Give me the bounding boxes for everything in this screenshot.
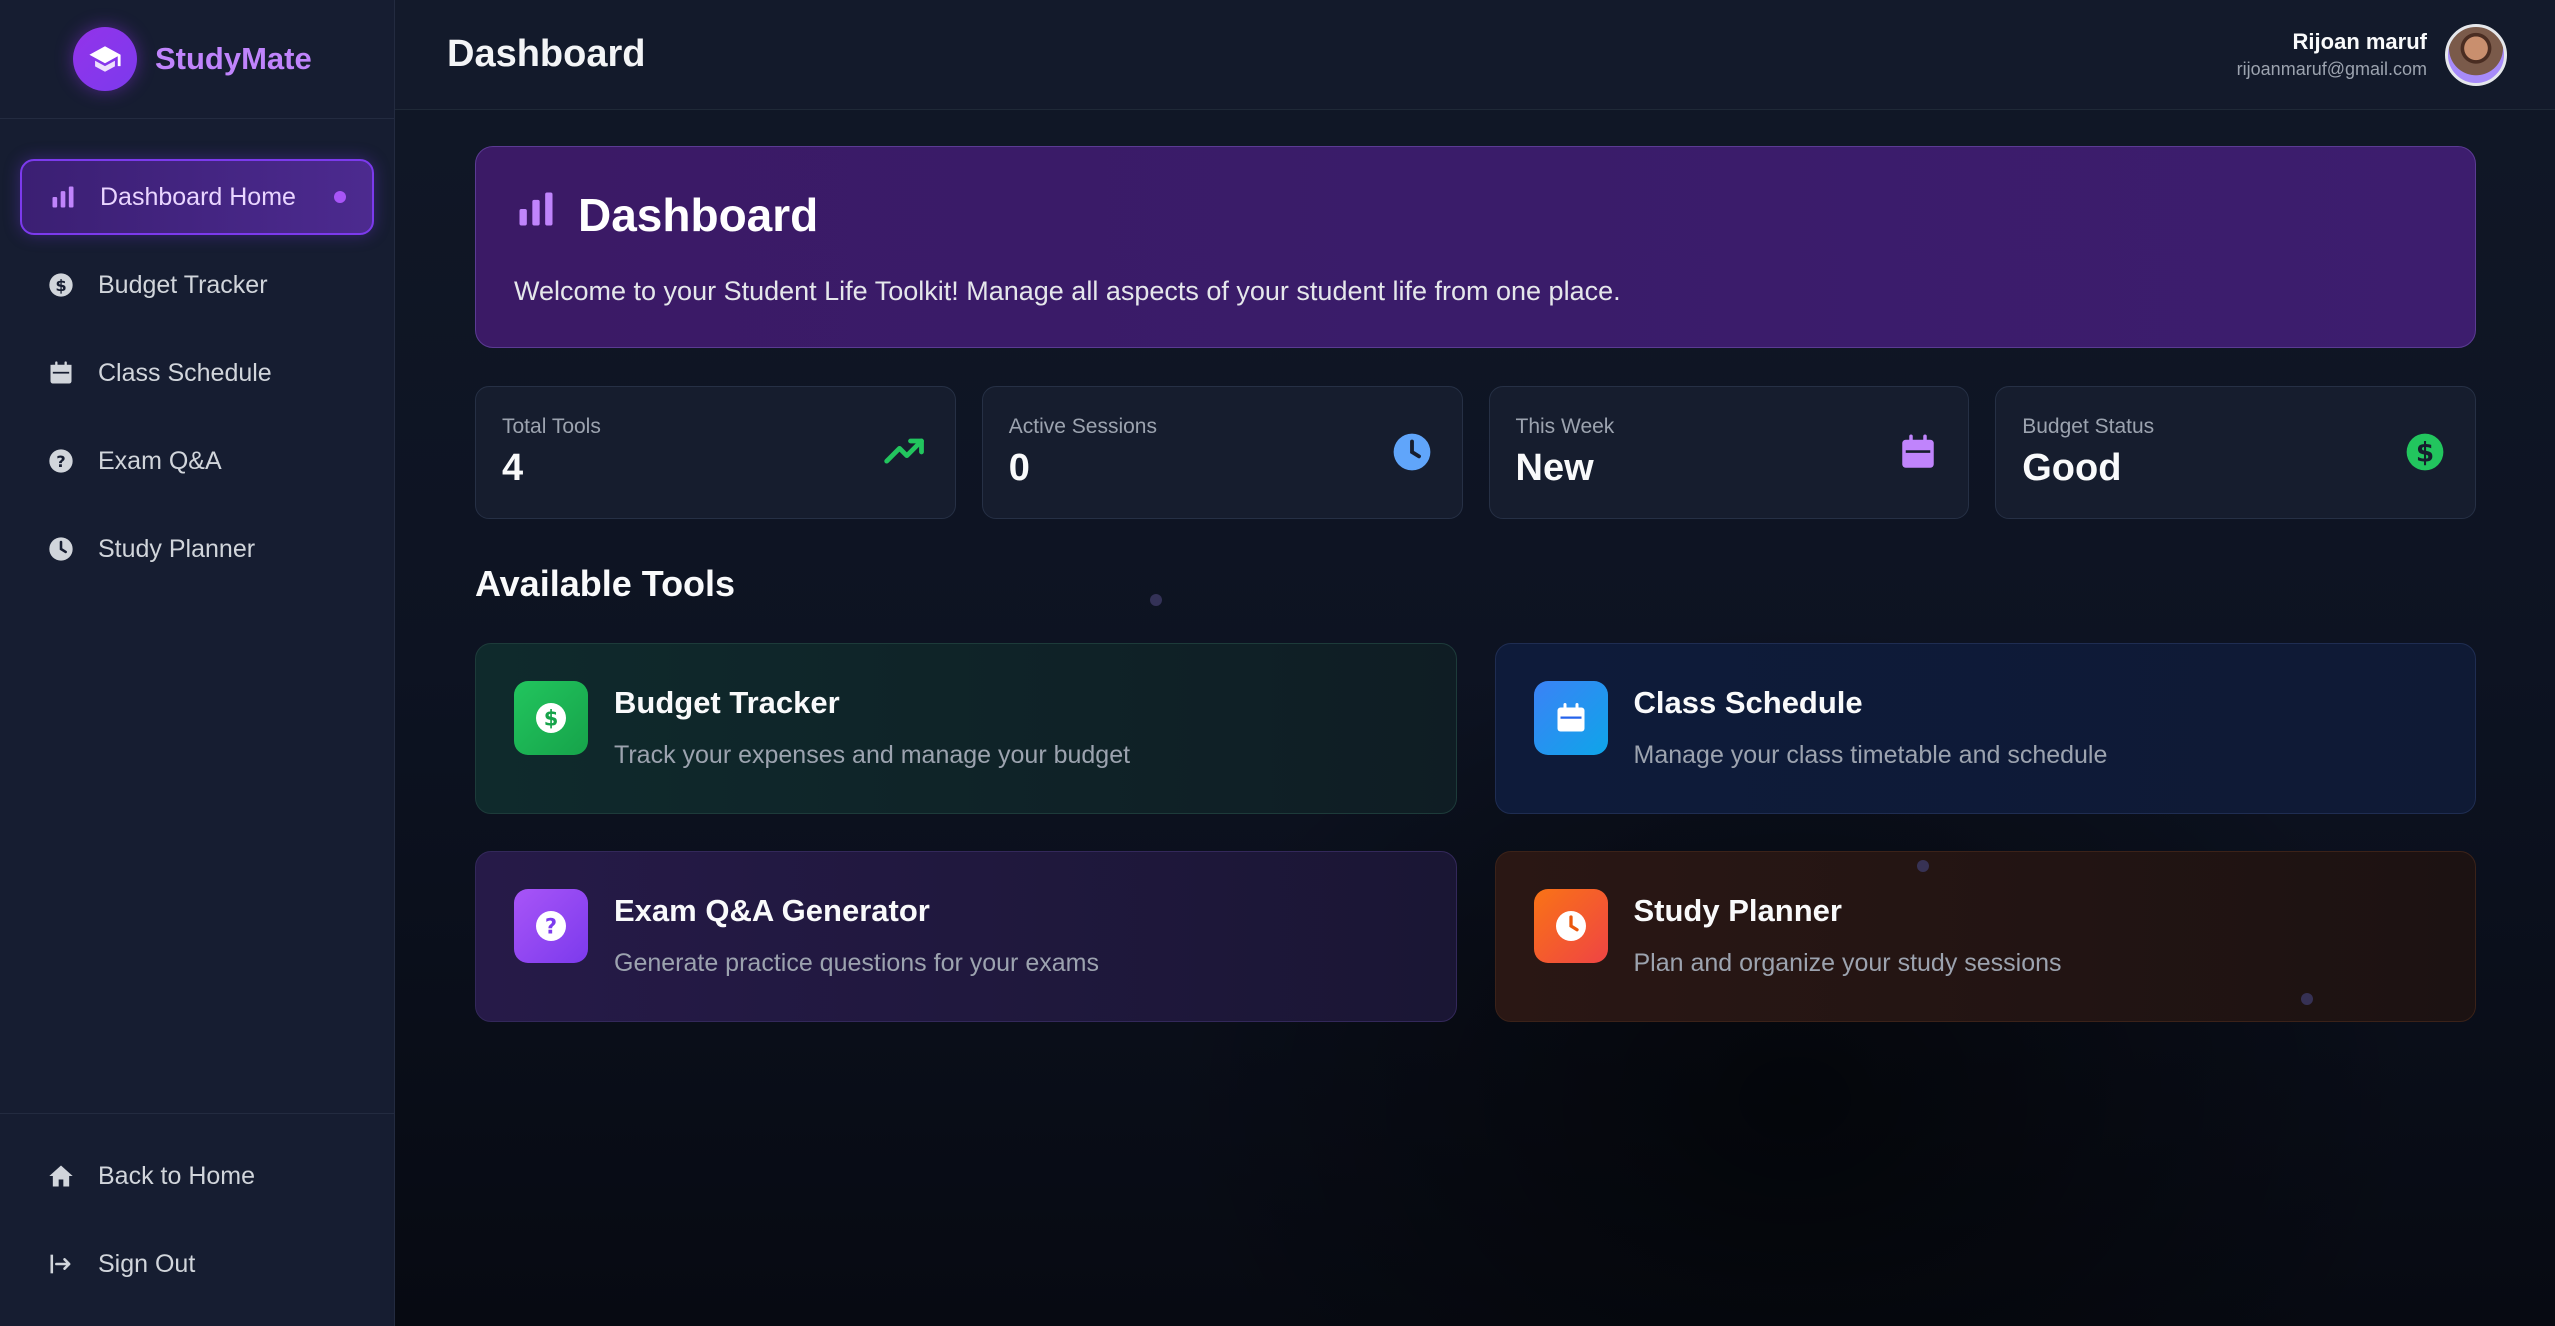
user-email: rijoanmaruf@gmail.com bbox=[2236, 59, 2427, 79]
user-info: Rijoan maruf rijoanmaruf@gmail.com bbox=[2237, 29, 2427, 80]
welcome-banner: Dashboard Welcome to your Student Life T… bbox=[475, 146, 2476, 348]
sidebar-item-label: Class Schedule bbox=[98, 358, 272, 387]
tool-description: Generate practice questions for your exa… bbox=[614, 949, 1099, 977]
svg-text:$: $ bbox=[2416, 439, 2434, 469]
tool-description: Plan and organize your study sessions bbox=[1633, 949, 2062, 977]
sidebar-item-label: Dashboard Home bbox=[100, 182, 296, 211]
tools-grid: $ Budget Tracker Track your expenses and… bbox=[475, 643, 2476, 1022]
banner-title: Dashboard bbox=[578, 188, 819, 241]
dollar-circle-icon: $ bbox=[514, 681, 588, 755]
stat-label: Active Sessions bbox=[1008, 415, 1157, 438]
graduation-cap-icon bbox=[73, 27, 137, 91]
svg-text:$: $ bbox=[544, 707, 559, 731]
user-name: Rijoan maruf bbox=[2292, 29, 2427, 54]
stat-card-total-tools: Total Tools 4 bbox=[475, 386, 956, 519]
brand-name: StudyMate bbox=[155, 41, 312, 76]
content: Dashboard Welcome to your Student Life T… bbox=[395, 110, 2555, 1022]
stat-label: Budget Status bbox=[2022, 415, 2155, 438]
page-title: Dashboard bbox=[447, 33, 646, 75]
brand[interactable]: StudyMate bbox=[0, 0, 394, 119]
tool-text: Budget Tracker Track your expenses and m… bbox=[614, 681, 1130, 770]
svg-text:?: ? bbox=[545, 915, 557, 939]
trending-up-icon bbox=[883, 430, 927, 474]
sidebar-item-label: Exam Q&A bbox=[98, 446, 222, 475]
available-tools-heading: Available Tools bbox=[475, 563, 736, 604]
stat-value: 4 bbox=[502, 447, 524, 489]
sidebar-item-class-schedule[interactable]: Class Schedule bbox=[20, 335, 374, 411]
question-circle-icon: ? bbox=[46, 446, 76, 476]
decorative-particle bbox=[1917, 860, 1929, 872]
sidebar-item-label: Budget Tracker bbox=[98, 270, 268, 299]
sidebar-item-budget-tracker[interactable]: $ Budget Tracker bbox=[20, 247, 374, 323]
stat-value: 0 bbox=[1008, 447, 1030, 489]
calendar-icon bbox=[46, 358, 76, 388]
sidebar-bottom: Back to Home Sign Out bbox=[0, 1113, 394, 1326]
back-to-home-link[interactable]: Back to Home bbox=[20, 1138, 374, 1214]
sidebar-item-label: Study Planner bbox=[98, 534, 256, 563]
tool-description: Manage your class timetable and schedule bbox=[1633, 741, 2108, 769]
sidebar-nav: Dashboard Home $ Budget Tracker Class Sc… bbox=[0, 119, 394, 599]
home-icon bbox=[46, 1161, 76, 1191]
bar-chart-icon bbox=[48, 182, 78, 212]
question-circle-icon: ? bbox=[514, 889, 588, 963]
dollar-circle-icon: $ bbox=[2403, 430, 2447, 474]
clock-icon bbox=[46, 534, 76, 564]
user-profile[interactable]: Rijoan maruf rijoanmaruf@gmail.com bbox=[2237, 23, 2507, 86]
sign-out-label: Sign Out bbox=[98, 1249, 196, 1278]
tool-text: Study Planner Plan and organize your stu… bbox=[1634, 889, 2062, 978]
stats-row: Total Tools 4 Active Sessions 0 This Wee… bbox=[475, 386, 2476, 519]
sign-out-button[interactable]: Sign Out bbox=[20, 1226, 374, 1302]
tool-title: Budget Tracker bbox=[614, 685, 840, 720]
clock-icon bbox=[1390, 430, 1434, 474]
tool-title: Study Planner bbox=[1633, 893, 1842, 928]
avatar[interactable] bbox=[2445, 23, 2507, 86]
tool-card-exam-qa-generator[interactable]: ? Exam Q&A Generator Generate practice q… bbox=[475, 851, 1457, 1022]
clock-icon bbox=[1533, 889, 1608, 963]
sidebar-item-dashboard-home[interactable]: Dashboard Home bbox=[20, 159, 374, 235]
stat-card-this-week: This Week New bbox=[1488, 386, 1970, 519]
decorative-particle bbox=[2301, 993, 2313, 1005]
app-root: StudyMate Dashboard Home $ Budget Tracke… bbox=[0, 0, 2555, 1326]
calendar-icon bbox=[1896, 430, 1940, 474]
tool-text: Exam Q&A Generator Generate practice que… bbox=[614, 889, 1099, 978]
topbar: Dashboard Rijoan maruf rijoanmaruf@gmail… bbox=[395, 0, 2555, 110]
active-indicator-dot bbox=[334, 191, 346, 203]
main-area: Dashboard Rijoan maruf rijoanmaruf@gmail… bbox=[395, 0, 2555, 1326]
svg-text:$: $ bbox=[55, 276, 66, 295]
stat-value: New bbox=[1515, 447, 1594, 489]
tool-title: Exam Q&A Generator bbox=[614, 893, 930, 928]
sidebar-item-exam-qa[interactable]: ? Exam Q&A bbox=[20, 423, 374, 499]
stat-label: This Week bbox=[1515, 415, 1615, 438]
sidebar-item-study-planner[interactable]: Study Planner bbox=[20, 511, 374, 587]
sign-out-icon bbox=[46, 1249, 76, 1279]
stat-card-budget-status: Budget Status Good $ bbox=[1995, 386, 2476, 519]
sidebar: StudyMate Dashboard Home $ Budget Tracke… bbox=[0, 0, 395, 1326]
stat-value: Good bbox=[2022, 447, 2122, 489]
back-to-home-label: Back to Home bbox=[98, 1161, 256, 1190]
tool-card-class-schedule[interactable]: Class Schedule Manage your class timetab… bbox=[1494, 643, 2476, 814]
bar-chart-icon bbox=[514, 187, 558, 242]
svg-text:?: ? bbox=[56, 452, 65, 471]
tool-title: Class Schedule bbox=[1633, 685, 1863, 720]
banner-title-row: Dashboard bbox=[514, 187, 2437, 242]
stat-card-active-sessions: Active Sessions 0 bbox=[981, 386, 1463, 519]
calendar-icon bbox=[1533, 681, 1608, 755]
dollar-circle-icon: $ bbox=[46, 270, 76, 300]
banner-subtitle: Welcome to your Student Life Toolkit! Ma… bbox=[514, 276, 1621, 306]
tool-text: Class Schedule Manage your class timetab… bbox=[1634, 681, 2108, 770]
stat-label: Total Tools bbox=[502, 415, 601, 438]
tool-card-study-planner[interactable]: Study Planner Plan and organize your stu… bbox=[1494, 851, 2476, 1022]
tool-description: Track your expenses and manage your budg… bbox=[614, 741, 1131, 769]
tool-card-budget-tracker[interactable]: $ Budget Tracker Track your expenses and… bbox=[475, 643, 1457, 814]
decorative-particle bbox=[1150, 594, 1162, 606]
